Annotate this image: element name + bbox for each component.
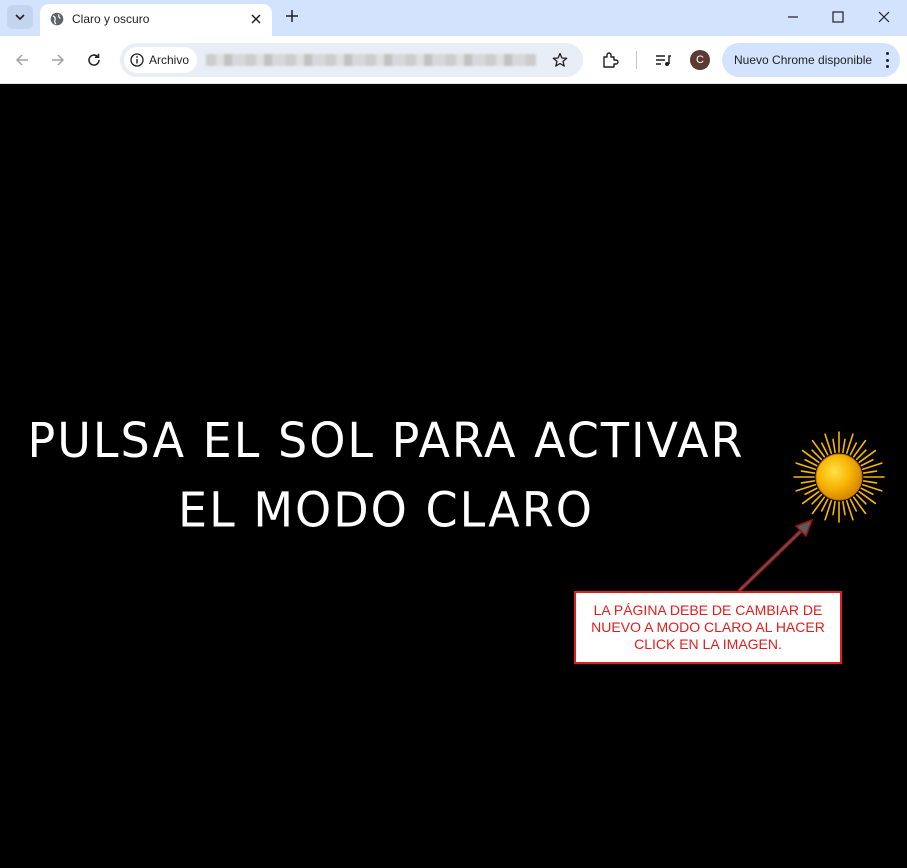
sun-ray <box>820 442 829 456</box>
extensions-icon <box>603 52 619 68</box>
forward-button[interactable] <box>47 49 69 71</box>
maximize-button[interactable] <box>827 6 849 28</box>
menu-dots-icon[interactable] <box>884 52 890 68</box>
close-tab-button[interactable] <box>248 11 264 27</box>
sun-ray <box>800 480 816 484</box>
bookmark-button[interactable] <box>551 51 569 69</box>
plus-icon <box>286 10 298 22</box>
reload-button[interactable] <box>83 49 105 71</box>
extensions-button[interactable] <box>599 49 621 71</box>
tab-title: Claro y oscuro <box>72 12 150 26</box>
back-button[interactable] <box>11 49 33 71</box>
site-chip-label: Archivo <box>149 53 190 67</box>
sun-ray <box>860 458 874 467</box>
sun-ray <box>842 500 846 516</box>
headline-line-1: Pulsa el sol para activar <box>27 412 745 469</box>
sun-icon[interactable] <box>793 431 885 523</box>
page-headline: Pulsa el sol para activar el modo claro <box>0 406 772 545</box>
forward-icon <box>52 54 65 66</box>
maximize-icon <box>832 11 844 23</box>
profile-avatar[interactable]: C <box>690 50 710 70</box>
site-info-chip[interactable]: Archivo <box>124 47 198 73</box>
tab-search-button[interactable] <box>7 5 33 29</box>
toolbar-divider <box>636 51 637 69</box>
minimize-icon <box>788 16 798 18</box>
sun-ray <box>832 500 836 516</box>
minimize-button[interactable] <box>782 6 804 28</box>
sun-ray <box>800 470 816 474</box>
sun-ray <box>849 442 858 456</box>
sun-ray <box>862 470 878 474</box>
close-icon <box>251 14 261 24</box>
media-controls-button[interactable] <box>652 49 674 71</box>
address-bar[interactable]: Archivo <box>120 43 583 77</box>
globe-icon <box>50 12 64 26</box>
chevron-down-icon <box>15 14 25 21</box>
browser-toolbar: Archivo C Nuevo Chrome disponible <box>0 36 907 84</box>
tab-strip: Claro y oscuro <box>0 0 907 36</box>
star-icon <box>552 52 568 67</box>
window-close-button[interactable] <box>873 6 895 28</box>
url-text-blurred[interactable] <box>206 54 536 66</box>
page-content: Pulsa el sol para activar el modo claro … <box>0 84 907 868</box>
new-tab-button[interactable] <box>282 6 302 26</box>
sun-ray <box>849 498 858 512</box>
update-chrome-button[interactable]: Nuevo Chrome disponible <box>722 43 900 77</box>
active-tab[interactable]: Claro y oscuro <box>40 4 272 36</box>
sun-ray <box>804 487 818 496</box>
window-close-icon <box>878 11 890 23</box>
instruction-callout: LA PÁGINA DEBE DE CAMBIAR DE NUEVO A MOD… <box>574 591 842 664</box>
update-chrome-label: Nuevo Chrome disponible <box>734 53 873 67</box>
sun-ray <box>804 458 818 467</box>
reload-icon <box>88 53 100 66</box>
media-icon <box>656 55 671 66</box>
info-icon <box>130 53 144 67</box>
headline-line-2: el modo claro <box>178 481 594 538</box>
sun-ray <box>842 438 846 454</box>
sun-ray <box>820 498 829 512</box>
sun-ray <box>862 480 878 484</box>
pointer-arrow <box>738 518 814 592</box>
sun-ray <box>832 438 836 454</box>
sun-ray <box>860 487 874 496</box>
back-icon <box>15 54 28 66</box>
